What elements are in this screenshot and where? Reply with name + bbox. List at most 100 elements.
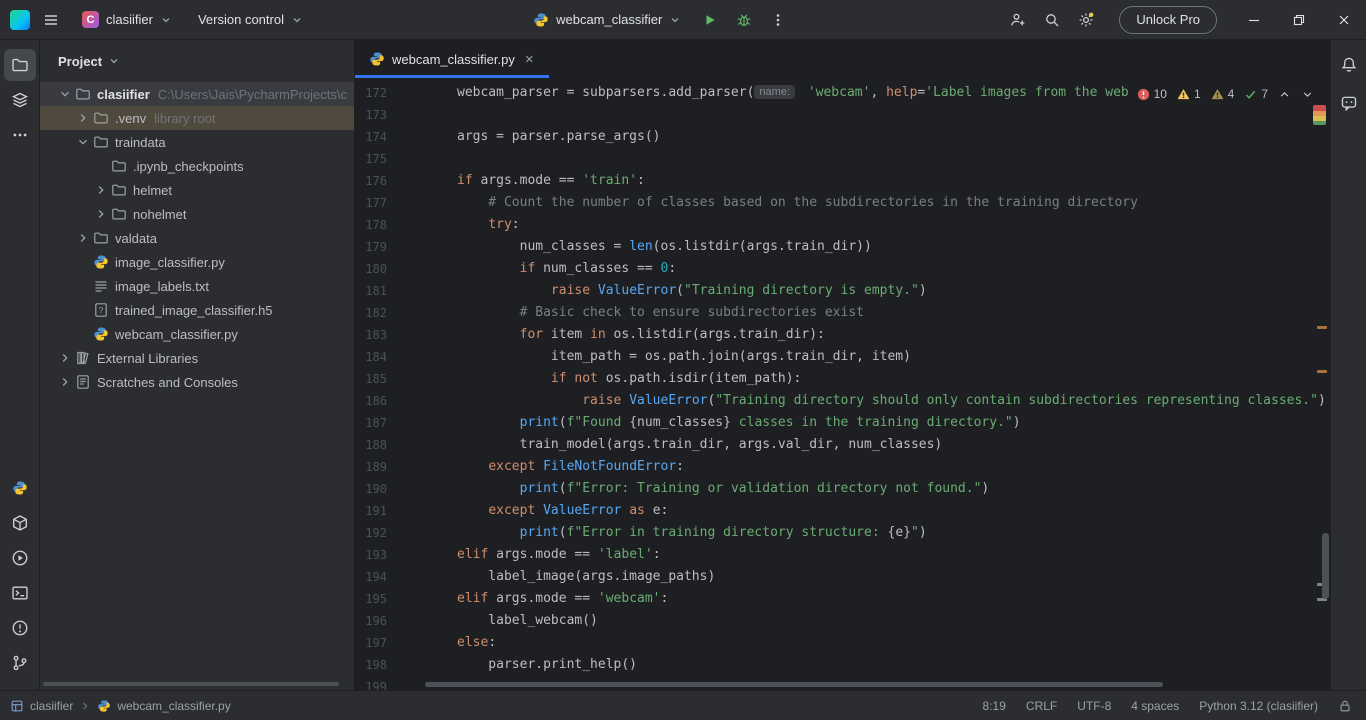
errors-count[interactable]: 10 [1137,87,1167,101]
line-number[interactable]: 183 [355,324,403,346]
tree-item-trained-image-classifier-h5[interactable]: ?trained_image_classifier.h5 [40,298,354,322]
line-number[interactable]: 176 [355,170,403,192]
code-line: 194 label_image(args.image_paths) [355,566,1330,588]
toolwindow-terminal-button[interactable] [4,577,36,609]
tree-item-scratches-and-consoles[interactable]: Scratches and Consoles [40,370,354,394]
toolwindow-problems-button[interactable] [4,612,36,644]
title-bar: C clasiifier Version control webcam_clas… [0,0,1366,40]
breadcrumb-project[interactable]: clasiifier [30,699,73,713]
interpreter-widget[interactable]: Python 3.12 (clasiifier) [1199,699,1318,713]
maximize-button[interactable] [1276,0,1321,39]
chevron-down-icon[interactable] [74,134,92,150]
run-configuration-selector[interactable]: webcam_classifier [523,5,691,35]
vcs-menu[interactable]: Version control [188,5,313,35]
chevron-right-icon[interactable] [92,206,110,222]
next-problem-button[interactable] [1301,88,1314,101]
line-number[interactable]: 180 [355,258,403,280]
close-tab-icon[interactable]: × [522,50,537,69]
line-separator-widget[interactable]: CRLF [1026,699,1057,713]
indent-widget[interactable]: 4 spaces [1131,699,1179,713]
weak-warning-icon [1211,88,1224,101]
close-button[interactable] [1321,0,1366,39]
vertical-scrollbar[interactable] [1322,533,1329,599]
caret-position-widget[interactable]: 8:19 [983,699,1006,713]
tree-item-webcam-classifier-py[interactable]: webcam_classifier.py [40,322,354,346]
project-horizontal-scrollbar[interactable] [43,682,339,686]
toolwindow-services-button[interactable] [4,542,36,574]
line-number[interactable]: 198 [355,654,403,676]
line-number[interactable]: 174 [355,126,403,148]
tab-webcam-classifier-py[interactable]: webcam_classifier.py × [355,40,549,78]
toolwindow-python-console-button[interactable] [4,507,36,539]
chevron-right-icon[interactable] [56,350,74,366]
settings-button[interactable] [1071,5,1101,35]
tree-item-traindata[interactable]: traindata [40,130,354,154]
chevron-down-icon[interactable] [108,55,120,67]
run-button[interactable] [695,5,725,35]
main-menu-button[interactable] [36,5,66,35]
previous-problem-button[interactable] [1278,88,1291,101]
weak-warnings-count[interactable]: 4 [1211,87,1235,101]
debug-button[interactable] [729,5,759,35]
tree-item-image-classifier-py[interactable]: image_classifier.py [40,250,354,274]
code-editor[interactable]: 172webcam_parser = subparsers.add_parser… [355,78,1330,690]
line-number[interactable]: 175 [355,148,403,170]
tree-item-nohelmet[interactable]: nohelmet [40,202,354,226]
tree-item-image-labels-txt[interactable]: image_labels.txt [40,274,354,298]
line-number[interactable]: 177 [355,192,403,214]
line-number[interactable]: 196 [355,610,403,632]
more-actions-button[interactable] [763,5,793,35]
line-number[interactable]: 182 [355,302,403,324]
project-selector[interactable]: C clasiifier [72,5,182,35]
line-number[interactable]: 193 [355,544,403,566]
line-number[interactable]: 179 [355,236,403,258]
tree-item-helmet[interactable]: helmet [40,178,354,202]
chevron-right-icon[interactable] [56,374,74,390]
line-number[interactable]: 185 [355,368,403,390]
toolwindow-structure-button[interactable] [4,84,36,116]
search-everywhere-button[interactable] [1037,5,1067,35]
line-number[interactable]: 194 [355,566,403,588]
tree-item-valdata[interactable]: valdata [40,226,354,250]
unlock-pro-button[interactable]: Unlock Pro [1119,6,1217,34]
tree-item--ipynb-checkpoints[interactable]: .ipynb_checkpoints [40,154,354,178]
tree-item--venv[interactable]: .venvlibrary root [40,106,354,130]
line-number[interactable]: 189 [355,456,403,478]
line-number[interactable]: 184 [355,346,403,368]
toolwindow-project-button[interactable] [4,49,36,81]
line-number[interactable]: 172 [355,82,403,104]
breadcrumb-file[interactable]: webcam_classifier.py [117,699,230,713]
line-number[interactable]: 191 [355,500,403,522]
tree-item-clasiifier[interactable]: clasiifierC:\Users\Jais\PycharmProjects\… [40,82,354,106]
line-number[interactable]: 173 [355,104,403,126]
line-number[interactable]: 195 [355,588,403,610]
chevron-right-icon[interactable] [74,110,92,126]
line-number[interactable]: 187 [355,412,403,434]
chevron-right-icon[interactable] [92,182,110,198]
toolwindow-more-tool-windows-button[interactable] [4,119,36,151]
line-number[interactable]: 197 [355,632,403,654]
ok-count[interactable]: 7 [1244,87,1268,101]
minimize-button[interactable] [1231,0,1276,39]
tree-item-external-libraries[interactable]: External Libraries [40,346,354,370]
code-with-me-button[interactable] [1003,5,1033,35]
line-number[interactable]: 190 [355,478,403,500]
encoding-widget[interactable]: UTF-8 [1077,699,1111,713]
toolwindow-version-control-button[interactable] [4,647,36,679]
line-number[interactable]: 199 [355,676,403,690]
code-text: else: [403,632,496,654]
line-number[interactable]: 192 [355,522,403,544]
toolwindow-python-packages-button[interactable] [4,472,36,504]
toolwindow-notifications-button[interactable] [1333,49,1365,81]
line-number[interactable]: 181 [355,280,403,302]
project-tool-window: Project clasiifierC:\Users\Jais\PycharmP… [40,40,355,690]
chevron-down-icon[interactable] [56,86,74,102]
horizontal-scrollbar[interactable] [425,682,1163,687]
warnings-count[interactable]: 1 [1177,87,1201,101]
line-number[interactable]: 188 [355,434,403,456]
line-number[interactable]: 178 [355,214,403,236]
lock-icon[interactable] [1338,699,1352,713]
chevron-right-icon[interactable] [74,230,92,246]
toolwindow-ai-assistant-button[interactable] [1333,87,1365,119]
line-number[interactable]: 186 [355,390,403,412]
